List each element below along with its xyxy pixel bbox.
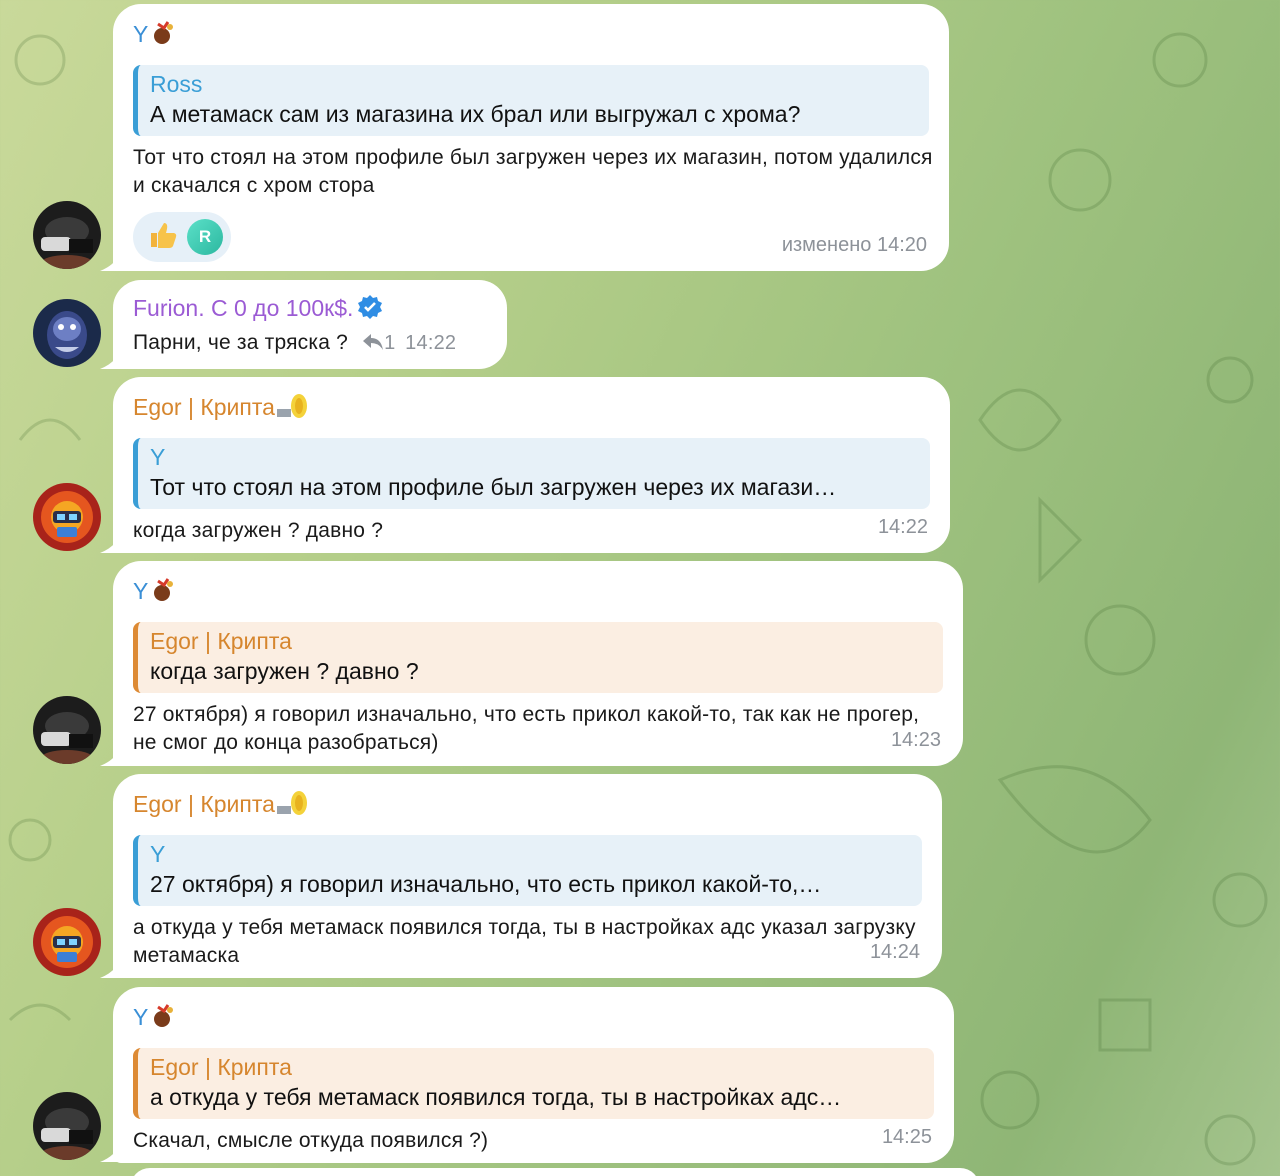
thumbs-up-icon[interactable] — [147, 219, 179, 256]
sender-name[interactable]: Furion. С 0 до 100к$. — [133, 293, 487, 327]
message-bubble[interactable]: Furion. С 0 до 100к$. Парни, че за тряск… — [113, 280, 507, 369]
reaction-user-avatar[interactable]: R — [187, 219, 223, 255]
next-message-bubble-partial[interactable] — [130, 1168, 980, 1176]
message-text: а откуда у тебя метамаск появился тогда,… — [133, 916, 916, 967]
reactions-bar[interactable]: R — [133, 212, 231, 262]
avatar-y[interactable] — [33, 201, 101, 269]
avatar-y[interactable] — [33, 696, 101, 764]
message-time: 14:22 — [405, 332, 457, 354]
avatar-egor[interactable] — [33, 908, 101, 976]
reply-quote[interactable]: Y Тот что стоял на этом профиле был загр… — [133, 438, 930, 509]
sender-emoji-icon — [148, 575, 178, 612]
quote-author: Y — [150, 841, 166, 867]
avatar-furion[interactable] — [33, 299, 101, 367]
sender-emoji-icon — [275, 391, 309, 428]
message-bubble[interactable]: Y Egor | Крипта когда загружен ? давно ?… — [113, 561, 963, 766]
quote-author: Egor | Крипта — [150, 1054, 292, 1080]
sender-name[interactable]: Y — [133, 1001, 934, 1038]
avatar-y[interactable] — [33, 1092, 101, 1160]
reply-quote[interactable]: Egor | Крипта когда загружен ? давно ? — [133, 622, 943, 693]
avatar-egor[interactable] — [33, 483, 101, 551]
sender-name[interactable]: Egor | Крипта — [133, 391, 930, 428]
message-time: изменено 14:20 — [781, 234, 927, 256]
sender-emoji-icon — [275, 788, 309, 825]
message-text: когда загружен ? давно ? — [133, 519, 384, 542]
quote-text: А метамаск сам из магазина их брал или в… — [150, 101, 801, 127]
sender-emoji-icon — [148, 1001, 178, 1038]
quote-text: когда загружен ? давно ? — [150, 658, 419, 684]
message-text: Скачал, смысле откуда появился ?) — [133, 1129, 489, 1152]
quote-author: Ross — [150, 71, 203, 97]
quote-text: Тот что стоял на этом профиле был загруж… — [150, 474, 837, 500]
message-bubble[interactable]: Y Egor | Крипта а откуда у тебя метамаск… — [113, 987, 954, 1163]
sender-emoji-icon — [148, 18, 178, 55]
message-text: Тот что стоял на этом профиле был загруж… — [133, 146, 933, 197]
message-text: Парни, че за тряска ? — [133, 331, 349, 354]
reply-quote[interactable]: Ross А метамаск сам из магазина их брал … — [133, 65, 929, 136]
verified-badge-icon — [357, 294, 383, 327]
quote-text: а откуда у тебя метамаск появился тогда,… — [150, 1084, 842, 1110]
message-text: 27 октября) я говорил изначально, что ес… — [133, 703, 920, 754]
message-time: 14:25 — [881, 1126, 932, 1148]
quote-author: Y — [150, 444, 166, 470]
replies-indicator[interactable]: 1 — [362, 332, 401, 354]
quote-text: 27 октября) я говорил изначально, что ес… — [150, 871, 822, 897]
reply-count: 1 — [384, 332, 396, 354]
sender-name[interactable]: Y — [133, 18, 929, 55]
message-bubble[interactable]: Y Ross А метамаск сам из магазина их бра… — [113, 4, 949, 271]
sender-name[interactable]: Egor | Крипта — [133, 788, 922, 825]
message-time: 14:24 — [869, 941, 920, 963]
message-time: 14:22 — [877, 516, 928, 538]
sender-name[interactable]: Y — [133, 575, 943, 612]
reply-quote[interactable]: Y 27 октября) я говорил изначально, что … — [133, 835, 922, 906]
message-bubble[interactable]: Egor | Крипта Y Тот что стоял на этом пр… — [113, 377, 950, 553]
quote-author: Egor | Крипта — [150, 628, 292, 654]
message-time: 14:23 — [890, 729, 941, 751]
reply-quote[interactable]: Egor | Крипта а откуда у тебя метамаск п… — [133, 1048, 934, 1119]
message-bubble[interactable]: Egor | Крипта Y 27 октября) я говорил из… — [113, 774, 942, 978]
